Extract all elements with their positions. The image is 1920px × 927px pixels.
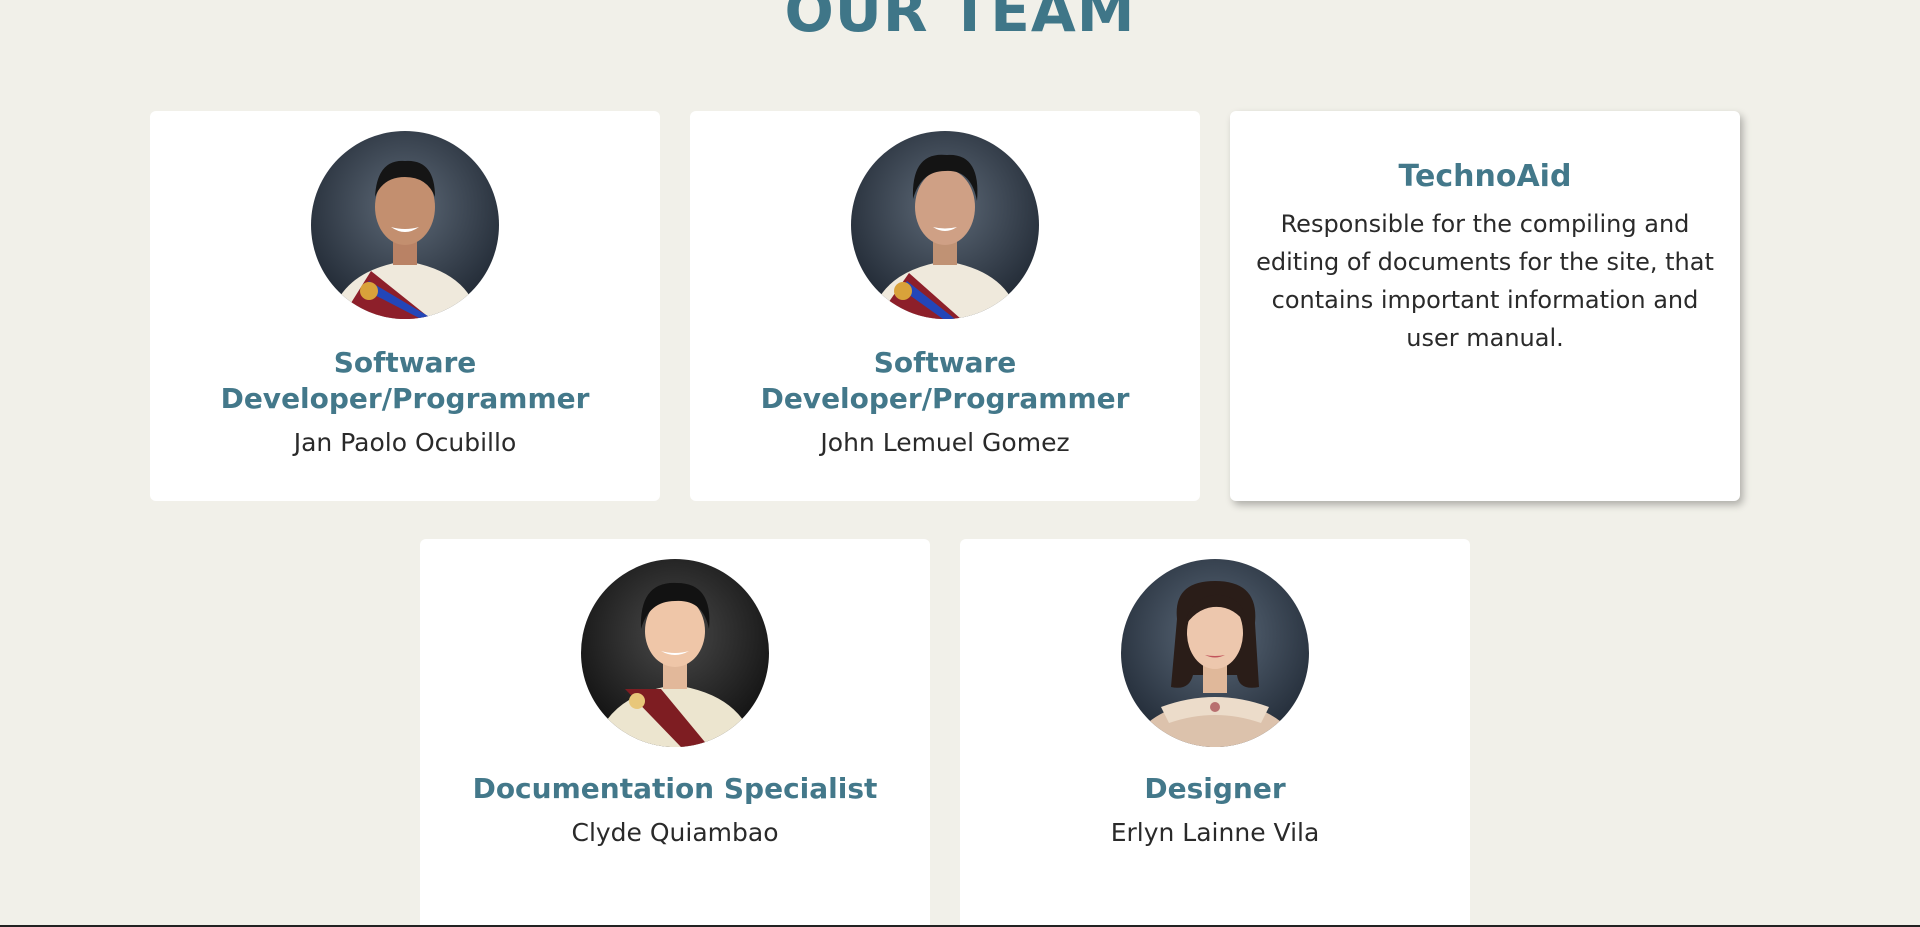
- profile-photo: [1121, 559, 1309, 747]
- member-role: Software Developer/Programmer: [220, 346, 590, 415]
- profile-photo: [851, 131, 1039, 319]
- team-card-vila: Designer Erlyn Lainne Vila: [960, 539, 1470, 927]
- member-role: Software Developer/Programmer: [760, 346, 1130, 415]
- member-name: Erlyn Lainne Vila: [1110, 818, 1320, 847]
- member-role: Documentation Specialist: [472, 772, 878, 805]
- team-page: OUR TEAM Software Developer/Programmer J…: [0, 0, 1920, 927]
- technoaid-card: TechnoAid Responsible for the compiling …: [1230, 111, 1740, 501]
- section-title: OUR TEAM: [784, 0, 1136, 45]
- team-card-gomez: Software Developer/Programmer John Lemue…: [690, 111, 1200, 501]
- member-role: Designer: [1144, 772, 1286, 805]
- profile-photo: [581, 559, 769, 747]
- team-card-ocubillo: Software Developer/Programmer Jan Paolo …: [150, 111, 660, 501]
- team-card-quiambao: Documentation Specialist Clyde Quiambao: [420, 539, 930, 927]
- member-name: Jan Paolo Ocubillo: [293, 428, 517, 457]
- member-name: John Lemuel Gomez: [820, 428, 1070, 457]
- profile-photo: [311, 131, 499, 319]
- technoaid-description: Responsible for the compiling and editin…: [1256, 210, 1714, 352]
- technoaid-title: TechnoAid: [1398, 159, 1572, 194]
- member-name: Clyde Quiambao: [571, 818, 779, 847]
